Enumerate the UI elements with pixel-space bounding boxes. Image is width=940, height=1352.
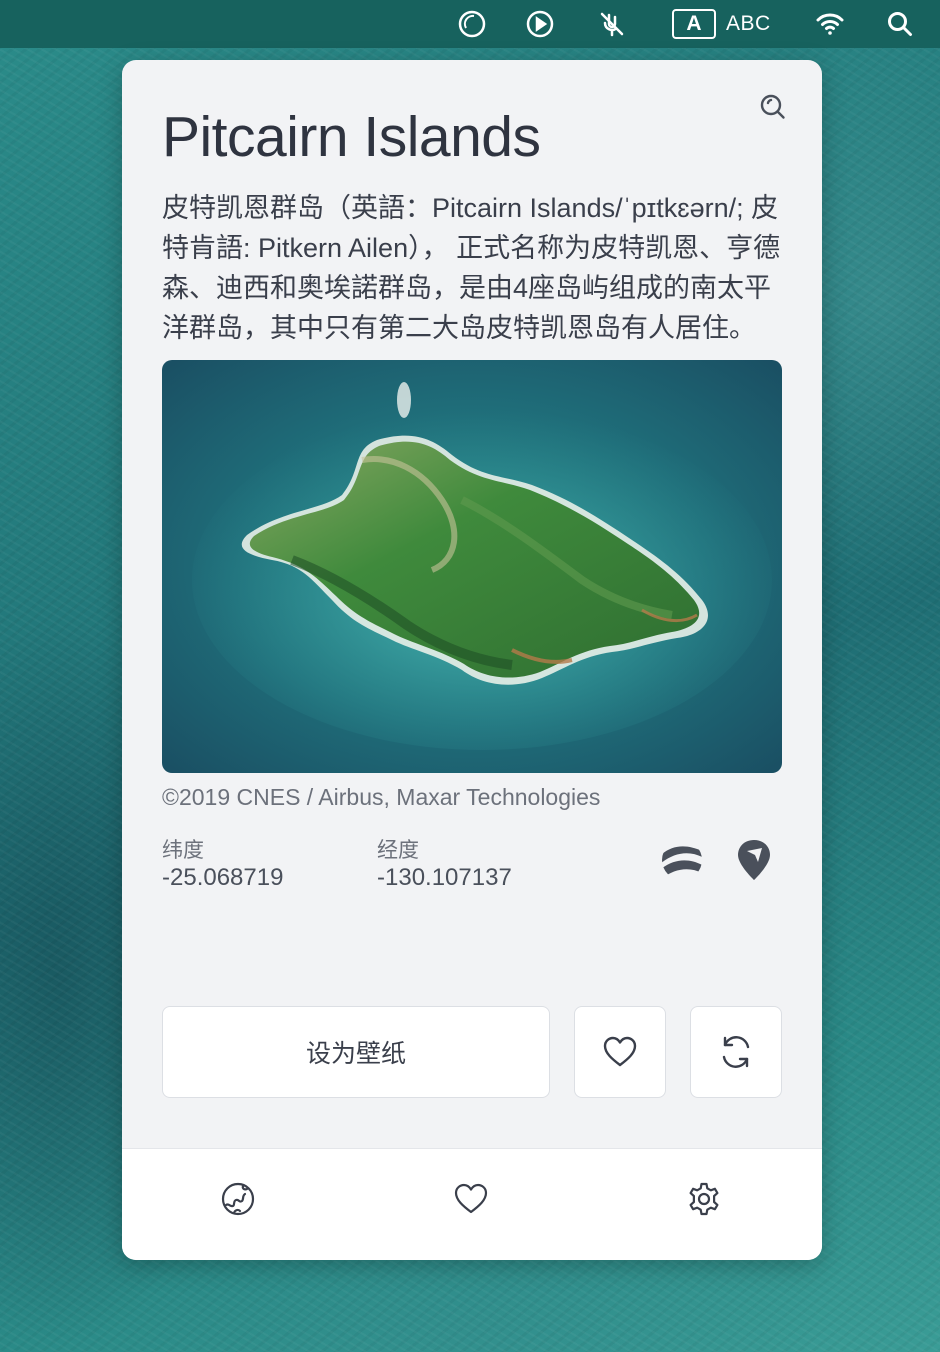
location-description: 皮特凯恩群岛（英語：Pitcairn Islands/ˈpɪtkɛərn/; 皮… <box>162 193 781 343</box>
explore-globe-icon[interactable] <box>220 1181 260 1221</box>
favorite-button[interactable] <box>574 1006 666 1098</box>
wifi-icon[interactable] <box>814 8 846 40</box>
satellite-image[interactable] <box>162 360 782 773</box>
refresh-button[interactable] <box>690 1006 782 1098</box>
popover-panel: Pitcairn Islands 皮特凯恩群岛（英語：Pitcairn Isla… <box>122 60 822 1260</box>
heart-icon <box>603 1036 637 1067</box>
longitude-label: 经度 <box>377 839 419 862</box>
favorites-heart-icon[interactable] <box>453 1181 493 1221</box>
search-icon[interactable] <box>884 8 916 40</box>
set-wallpaper-button[interactable]: 设为壁纸 <box>162 1006 550 1098</box>
muted-mic-icon[interactable] <box>596 8 628 40</box>
settings-gear-icon[interactable] <box>686 1181 726 1221</box>
image-credit: ©2019 CNES / Airbus, Maxar Technologies <box>162 784 601 810</box>
zoom-search-icon[interactable] <box>756 90 790 124</box>
menu-bar: A ABC <box>0 0 940 48</box>
play-icon[interactable] <box>524 8 556 40</box>
refresh-icon <box>722 1036 750 1068</box>
latitude-value: -25.068719 <box>162 864 284 891</box>
tab-bar <box>122 1148 822 1260</box>
loop-icon[interactable] <box>456 8 488 40</box>
longitude-value: -130.107137 <box>377 864 512 891</box>
latitude-label: 纬度 <box>162 839 204 862</box>
google-earth-icon[interactable] <box>660 838 704 882</box>
input-source-label[interactable]: ABC <box>726 12 771 36</box>
input-source-icon[interactable]: A <box>672 9 716 39</box>
map-pin-icon[interactable] <box>734 838 774 882</box>
location-title: Pitcairn Islands <box>162 105 541 169</box>
